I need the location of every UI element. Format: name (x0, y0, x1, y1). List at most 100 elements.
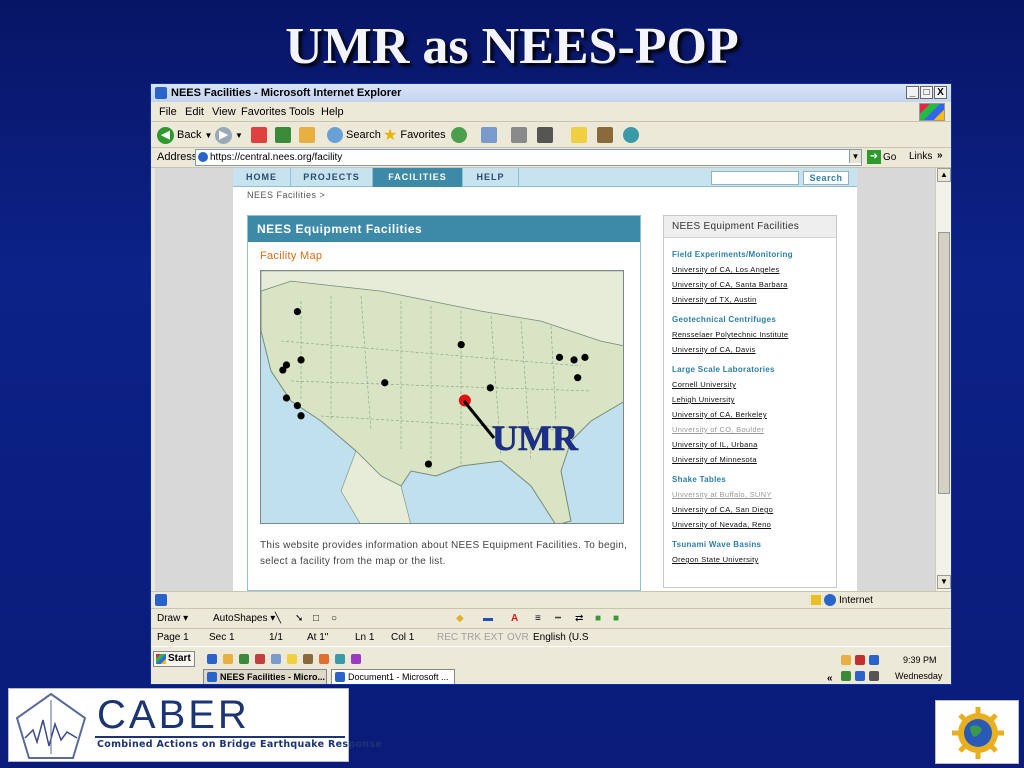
umr-marker[interactable] (458, 394, 471, 407)
facility-link[interactable]: University of CA, San Diego (672, 502, 836, 517)
facility-link[interactable]: University at Buffalo, SUNY (672, 487, 836, 502)
shadow-icon[interactable]: ■ (595, 613, 601, 624)
history-button[interactable] (451, 126, 467, 144)
app-quicklaunch-icon[interactable] (319, 654, 329, 664)
go-button[interactable]: ➜ Go (867, 150, 896, 164)
tray-icon[interactable] (869, 671, 879, 681)
research-button[interactable] (597, 126, 613, 144)
facility-marker[interactable] (424, 460, 433, 468)
facility-link[interactable]: Cornell University (672, 377, 836, 392)
ie-quicklaunch-icon[interactable] (207, 654, 217, 664)
tray-icon[interactable] (841, 655, 851, 665)
facility-link[interactable]: Lehigh University (672, 392, 836, 407)
scroll-down-icon[interactable]: ▼ (937, 575, 951, 589)
tray-icon[interactable] (841, 671, 851, 681)
links-button[interactable]: Links (909, 151, 932, 162)
facility-marker[interactable] (297, 412, 305, 420)
favorites-button[interactable]: ★ Favorites (383, 126, 446, 144)
scroll-up-icon[interactable]: ▲ (937, 168, 951, 182)
window-titlebar[interactable]: NEES Facilities - Microsoft Internet Exp… (151, 84, 951, 102)
arrow-tool-icon[interactable]: ➘ (295, 613, 303, 624)
facility-link[interactable]: University of CO, Boulder (672, 422, 836, 437)
line-style-icon[interactable]: ≡ (535, 613, 541, 624)
minimize-button[interactable]: _ (906, 86, 919, 99)
site-search-input[interactable] (711, 171, 799, 185)
facility-marker[interactable] (381, 379, 389, 387)
facility-marker[interactable] (293, 402, 301, 410)
app-quicklaunch-icon[interactable] (351, 654, 361, 664)
facility-link[interactable]: University of TX, Austin (672, 292, 836, 307)
oval-tool-icon[interactable]: ○ (331, 613, 337, 624)
facility-link[interactable]: Rensselaer Polytechnic Institute (672, 327, 836, 342)
tray-icon[interactable] (869, 655, 879, 665)
facility-marker[interactable] (293, 308, 301, 316)
taskbar-window-ie[interactable]: NEES Facilities - Micro... (203, 669, 327, 684)
dash-style-icon[interactable]: ┅ (555, 613, 561, 624)
menu-edit[interactable]: Edit (185, 106, 204, 118)
facility-marker[interactable] (555, 353, 564, 361)
folder-quicklaunch-icon[interactable] (287, 654, 297, 664)
facility-link[interactable]: University of CA, Davis (672, 342, 836, 357)
mail-button[interactable] (481, 126, 497, 144)
vertical-scrollbar[interactable]: ▲ ▼ (935, 168, 951, 591)
breadcrumb[interactable]: NEES Facilities > (247, 190, 325, 200)
facility-marker[interactable] (486, 384, 494, 392)
category-shake-tables[interactable]: Shake Tables (672, 475, 836, 487)
facility-marker[interactable] (457, 341, 465, 349)
taskbar-window-word[interactable]: Document1 - Microsoft ... (331, 669, 455, 684)
app-quicklaunch-icon[interactable] (255, 654, 265, 664)
stop-button[interactable] (251, 126, 267, 144)
status-ovr[interactable]: OVR (507, 632, 529, 643)
category-field[interactable]: Field Experiments/Monitoring (672, 250, 836, 262)
address-dropdown-icon[interactable]: ▼ (849, 150, 861, 163)
scroll-thumb[interactable] (938, 232, 950, 494)
facility-marker[interactable] (581, 353, 589, 361)
app-quicklaunch-icon[interactable] (271, 654, 281, 664)
facility-map[interactable] (260, 270, 624, 524)
nav-help[interactable]: HELP (463, 168, 519, 187)
facility-link[interactable]: University of Nevada, Reno (672, 517, 836, 532)
chevron-right-icon[interactable]: » (937, 150, 943, 161)
nav-projects[interactable]: PROJECTS (291, 168, 373, 187)
tray-icon[interactable] (855, 671, 865, 681)
facility-marker[interactable] (297, 356, 305, 364)
menu-help[interactable]: Help (321, 106, 344, 118)
address-input[interactable]: https://central.nees.org/facility (195, 149, 862, 166)
category-large-scale[interactable]: Large Scale Laboratories (672, 365, 836, 377)
facility-link[interactable]: University of CA, Los Angeles (672, 262, 836, 277)
maximize-button[interactable]: □ (920, 86, 933, 99)
facility-link[interactable]: University of IL, Urbana (672, 437, 836, 452)
status-trk[interactable]: TRK (461, 632, 481, 643)
facility-link[interactable]: University of CA, Santa Barbara (672, 277, 836, 292)
font-color-icon[interactable]: A (511, 613, 518, 624)
facility-marker[interactable] (570, 356, 578, 364)
close-button[interactable]: X (934, 86, 947, 99)
3d-icon[interactable]: ■ (613, 613, 619, 624)
nav-facilities[interactable]: FACILITIES (373, 168, 463, 187)
home-button[interactable] (299, 126, 315, 144)
print-button[interactable] (511, 126, 527, 144)
menu-file[interactable]: File (159, 106, 177, 118)
edit-button[interactable] (537, 126, 553, 144)
facility-link[interactable]: Oregon State University (672, 552, 836, 567)
autoshapes-menu[interactable]: AutoShapes ▾ (213, 613, 275, 624)
system-clock[interactable]: 9:39 PM Wednesday (895, 655, 942, 681)
desktop-quicklaunch-icon[interactable] (239, 654, 249, 664)
arrow-style-icon[interactable]: ⇄ (575, 613, 583, 624)
draw-menu[interactable]: Draw ▾ (157, 613, 188, 624)
facility-marker[interactable] (282, 394, 291, 402)
menu-favorites[interactable]: Favorites (241, 106, 286, 118)
menu-view[interactable]: View (212, 106, 236, 118)
refresh-button[interactable] (275, 126, 291, 144)
messenger-button[interactable] (623, 126, 639, 144)
nav-home[interactable]: HOME (233, 168, 291, 187)
app-quicklaunch-icon[interactable] (335, 654, 345, 664)
line-color-icon[interactable]: ▬ (483, 613, 493, 624)
status-ext[interactable]: EXT (484, 632, 503, 643)
facility-marker[interactable] (574, 374, 582, 382)
outlook-quicklaunch-icon[interactable] (223, 654, 233, 664)
app-quicklaunch-icon[interactable] (303, 654, 313, 664)
folder-button[interactable] (571, 126, 587, 144)
fill-color-icon[interactable]: ◆ (456, 613, 464, 624)
back-button[interactable]: ◀ Back ▼ (157, 126, 212, 144)
